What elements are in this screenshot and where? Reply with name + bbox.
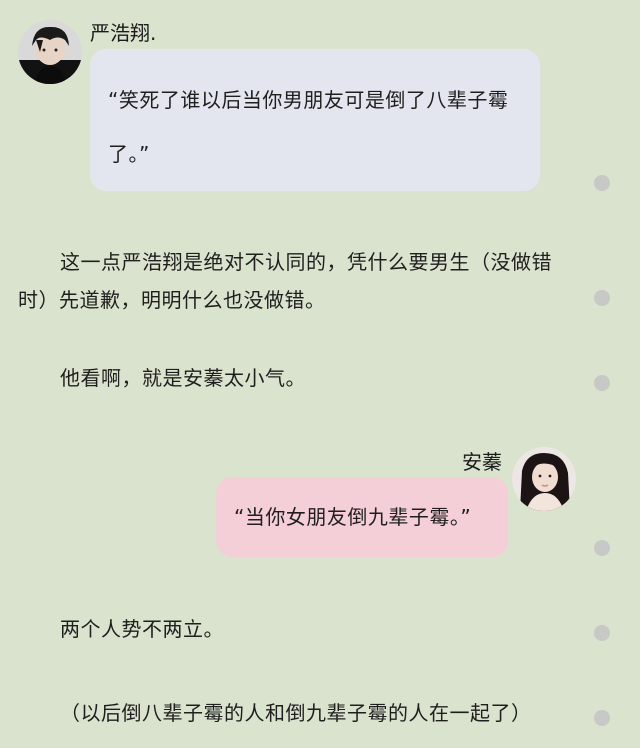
status-dot [594, 710, 610, 726]
message-bubble-left[interactable]: “笑死了谁以后当你男朋友可是倒了八辈子霉 了。” [90, 49, 540, 191]
bubble-left-line-2: 了。” [108, 142, 150, 166]
boy-avatar-icon [18, 20, 82, 84]
paragraph-1-line-2: 时）先道歉，明明什么也没做错。 [18, 288, 326, 312]
status-dot [594, 290, 610, 306]
narration-paragraph-2: 他看啊，就是安蓁太小气。 [60, 366, 306, 390]
status-dot [594, 625, 610, 641]
message-bubble-right[interactable]: “当你女朋友倒九辈子霉。” [216, 477, 508, 557]
status-dot [594, 175, 610, 191]
avatar-girl[interactable] [512, 447, 576, 511]
bubble-left-line-1: “笑死了谁以后当你男朋友可是倒了八辈子霉 [108, 88, 509, 112]
status-dot [594, 375, 610, 391]
avatar-boy[interactable] [18, 20, 82, 84]
sender-name-right: 安蓁 [462, 450, 502, 474]
narration-paragraph-4: （以后倒八辈子霉的人和倒九辈子霉的人在一起了） [60, 701, 532, 725]
girl-avatar-icon [512, 447, 576, 511]
paragraph-1-line-1: 这一点严浩翔是绝对不认同的，凭什么要男生（没做错 [60, 250, 552, 274]
narration-paragraph-3: 两个人势不两立。 [60, 617, 224, 641]
narration-paragraph-1: 这一点严浩翔是绝对不认同的，凭什么要男生（没做错 时）先道歉，明明什么也没做错。 [18, 243, 552, 319]
status-dot [594, 540, 610, 556]
sender-name-left: 严浩翔. [90, 21, 157, 45]
